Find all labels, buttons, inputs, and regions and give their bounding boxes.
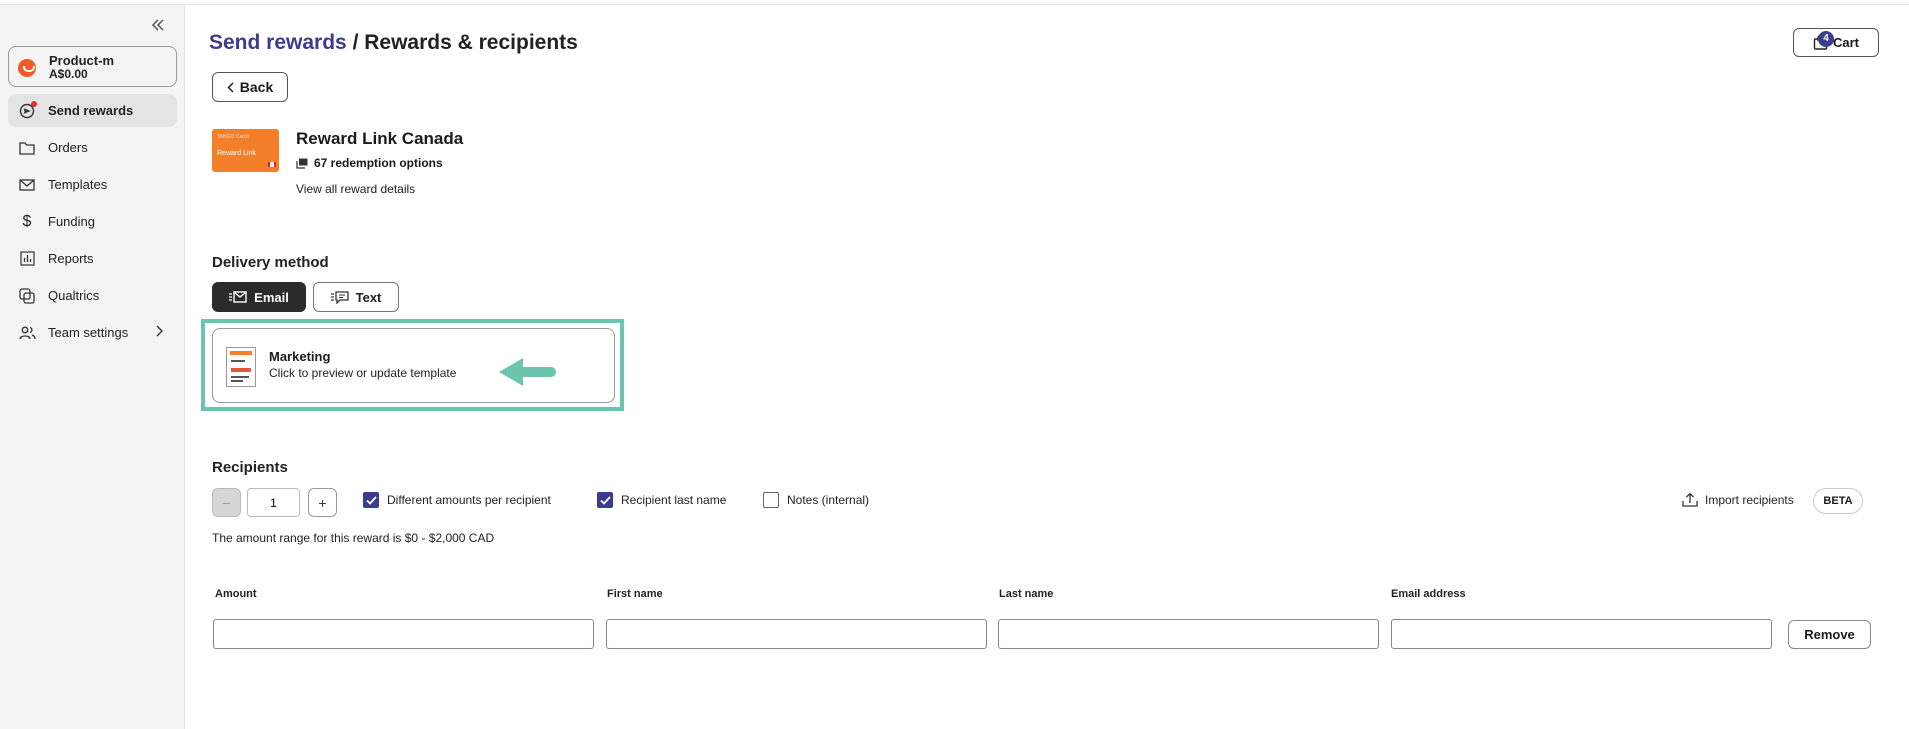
cart-button[interactable]: 4 Cart: [1793, 28, 1879, 57]
notes-internal-checkbox[interactable]: Notes (internal): [763, 492, 869, 508]
stack-icon: [296, 158, 308, 169]
top-border: [0, 0, 1909, 5]
increase-recipients-button[interactable]: +: [308, 488, 337, 517]
back-button[interactable]: Back: [212, 72, 288, 102]
template-name: Marketing: [269, 349, 331, 364]
column-header-email: Email address: [1391, 588, 1466, 600]
account-name: Product-m: [49, 53, 114, 68]
decrease-recipients-button[interactable]: −: [212, 488, 241, 517]
redemption-options: 67 redemption options: [296, 156, 443, 170]
cart-count-badge: 4: [1818, 31, 1834, 47]
column-header-first-name: First name: [607, 588, 663, 600]
dollar-icon: $: [22, 212, 32, 230]
import-recipients-button[interactable]: Import recipients: [1682, 492, 1794, 507]
text-label: Text: [355, 289, 382, 305]
checkbox-label: Notes (internal): [787, 493, 870, 507]
different-amounts-checkbox[interactable]: Different amounts per recipient: [363, 492, 551, 508]
sidebar-item-reports[interactable]: Reports: [8, 242, 177, 275]
card-brand-text: TANGO Cards: [217, 134, 250, 140]
email-delivery-button[interactable]: Email: [212, 282, 306, 312]
back-label: Back: [239, 79, 274, 95]
page-title: Send rewards / Rewards & recipients: [209, 31, 578, 55]
last-name-input[interactable]: [998, 619, 1379, 649]
checkbox-checked-icon: [363, 492, 379, 508]
sidebar-item-label: Templates: [48, 177, 108, 192]
column-header-amount: Amount: [215, 588, 257, 600]
sidebar-item-label: Send rewards: [48, 103, 134, 118]
amount-input[interactable]: [213, 619, 594, 649]
team-icon: [18, 324, 36, 342]
sms-icon: [330, 290, 349, 304]
sidebar-item-send-rewards[interactable]: Send rewards: [8, 94, 177, 127]
sidebar-item-team-settings[interactable]: Team settings: [8, 316, 177, 349]
checkbox-label: Recipient last name: [621, 493, 727, 507]
chevron-right-icon: [155, 325, 163, 340]
canada-flag-icon: [268, 162, 276, 167]
sidebar-item-templates[interactable]: Templates: [8, 168, 177, 201]
breadcrumb-separator: /: [346, 31, 365, 54]
bar-chart-icon: [18, 250, 36, 268]
sidebar-item-orders[interactable]: Orders: [8, 131, 177, 164]
column-header-last-name: Last name: [999, 588, 1054, 600]
account-balance: A$0.00: [49, 67, 88, 81]
text-delivery-button[interactable]: Text: [313, 282, 399, 312]
checkbox-checked-icon: [597, 492, 613, 508]
checkbox-unchecked-icon: [763, 492, 779, 508]
redemption-options-text: 67 redemption options: [314, 156, 443, 170]
sidebar: Product-m A$0.00 Send rewards Orders Tem…: [0, 5, 185, 729]
email-icon: [229, 291, 247, 303]
chevron-left-icon: [227, 81, 234, 93]
first-name-input[interactable]: [606, 619, 987, 649]
breadcrumb-send-rewards[interactable]: Send rewards: [209, 31, 347, 54]
cart-label: Cart: [1832, 35, 1859, 50]
folder-icon: [18, 139, 36, 157]
recipients-title: Recipients: [212, 459, 288, 476]
upload-icon: [1682, 492, 1698, 507]
card-label-text: Reward Link: [217, 150, 256, 157]
sidebar-item-label: Reports: [48, 251, 94, 266]
mail-icon: [18, 176, 36, 194]
arrow-left-icon: [495, 354, 559, 395]
email-label: Email: [254, 289, 289, 305]
view-reward-details-link[interactable]: View all reward details: [296, 182, 415, 196]
amount-range-text: The amount range for this reward is $0 -…: [212, 531, 495, 545]
collapse-sidebar-icon[interactable]: [150, 17, 168, 35]
sidebar-item-funding[interactable]: $ Funding: [8, 205, 177, 238]
recipient-last-name-checkbox[interactable]: Recipient last name: [597, 492, 726, 508]
qualtrics-icon: [18, 287, 36, 305]
account-switcher[interactable]: Product-m A$0.00: [8, 46, 177, 87]
delivery-method-title: Delivery method: [212, 254, 329, 271]
send-rewards-icon: [18, 100, 37, 120]
sidebar-item-qualtrics[interactable]: Qualtrics: [8, 279, 177, 312]
template-preview-icon: [226, 347, 256, 387]
template-hint: Click to preview or update template: [269, 366, 457, 380]
email-address-input[interactable]: [1391, 619, 1772, 649]
beta-badge: BETA: [1813, 488, 1863, 514]
reward-card-image: TANGO Cards Reward Link: [212, 129, 279, 172]
import-recipients-label: Import recipients: [1705, 492, 1794, 507]
account-logo-icon: [18, 59, 36, 77]
sidebar-item-label: Qualtrics: [48, 288, 100, 303]
page-title-text: Rewards & recipients: [364, 31, 578, 54]
checkbox-label: Different amounts per recipient: [387, 493, 551, 507]
recipient-count-input[interactable]: [247, 488, 300, 517]
sidebar-item-label: Team settings: [48, 325, 129, 340]
sidebar-item-label: Orders: [48, 140, 88, 155]
reward-name: Reward Link Canada: [296, 129, 464, 148]
remove-recipient-button[interactable]: Remove: [1788, 620, 1871, 649]
sidebar-item-label: Funding: [48, 214, 95, 229]
